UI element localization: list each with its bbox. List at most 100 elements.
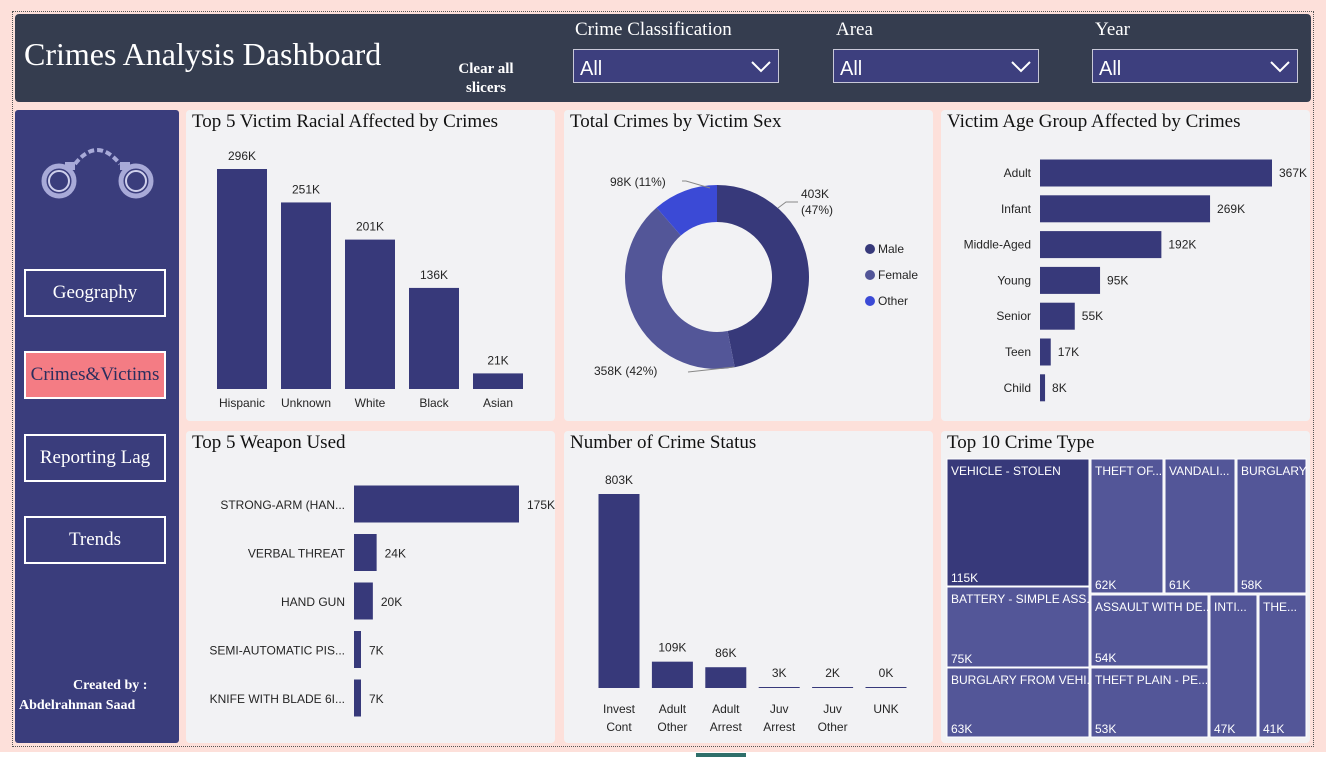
bar bbox=[1040, 302, 1075, 330]
active-page-tab[interactable] bbox=[696, 753, 746, 757]
leader-line bbox=[777, 201, 798, 209]
treemap-value-label: 41K bbox=[1263, 722, 1284, 736]
category-label: Juv bbox=[823, 702, 842, 716]
treemap-value-label: 61K bbox=[1169, 578, 1190, 592]
data-label: 201K bbox=[356, 220, 384, 234]
slicer-label-year: Year bbox=[1095, 19, 1131, 40]
chevron-down-icon bbox=[751, 61, 771, 73]
data-label: 98K (11%) bbox=[610, 175, 666, 189]
treemap-cell bbox=[1258, 594, 1307, 738]
data-label: 367K bbox=[1279, 166, 1307, 180]
data-label: 95K bbox=[1107, 273, 1128, 287]
treemap-cell bbox=[1164, 458, 1236, 594]
category-label: Child bbox=[1004, 381, 1031, 395]
racial-bar-chart: 296K Hispanic 251K Unknown 201K White 136K Blac… bbox=[217, 149, 523, 410]
status-chart-panel: Number of Crime Status 803K Invest Cont 109… bbox=[564, 431, 933, 743]
treemap-cell bbox=[1090, 458, 1164, 594]
donut-slice bbox=[717, 185, 809, 368]
treemap-category-label: THEFT OF... bbox=[1095, 464, 1162, 478]
treemap-category-label: INTI... bbox=[1214, 600, 1247, 614]
credit-label: Created by : bbox=[73, 678, 148, 693]
treemap-value-label: 53K bbox=[1095, 722, 1116, 736]
legend-marker bbox=[865, 270, 875, 280]
crime-type-panel: Top 10 Crime Type VEHICLE - STOLEN 115K TH… bbox=[941, 431, 1310, 743]
sidebar: Geography Crimes&Victims Reporting Lag T… bbox=[15, 110, 179, 743]
nav-geography-button[interactable]: Geography bbox=[24, 269, 166, 317]
category-label: VERBAL THREAT bbox=[248, 547, 346, 561]
data-label: 2K bbox=[825, 666, 840, 680]
weapon-bar-chart: STRONG-ARM (HAN... 175K VERBAL THREAT 24K HA… bbox=[209, 485, 555, 717]
category-label: Unknown bbox=[281, 396, 331, 410]
data-label: 803K bbox=[605, 473, 633, 487]
data-label: 7K bbox=[369, 644, 384, 658]
data-label: 3K bbox=[772, 666, 787, 680]
data-label: (47%) bbox=[801, 203, 833, 217]
treemap-value-label: 58K bbox=[1241, 578, 1262, 592]
legend-label: Female bbox=[878, 268, 918, 282]
dropdown-value: All bbox=[840, 58, 863, 80]
chevron-down-icon bbox=[1011, 61, 1031, 73]
bar bbox=[812, 687, 854, 688]
data-label: 24K bbox=[385, 547, 406, 561]
bar bbox=[1040, 374, 1046, 402]
dropdown-value: All bbox=[580, 58, 603, 80]
bar bbox=[217, 169, 267, 389]
category-label: Infant bbox=[1001, 202, 1032, 216]
crime-classification-dropdown[interactable]: All bbox=[573, 49, 779, 83]
bar bbox=[354, 534, 377, 571]
category-label: UNK bbox=[873, 702, 898, 716]
category-label: KNIFE WITH BLADE 6I... bbox=[210, 692, 345, 706]
treemap-cell bbox=[1209, 594, 1258, 738]
bar bbox=[281, 202, 331, 389]
bar bbox=[1040, 195, 1211, 223]
category-label: Black bbox=[419, 396, 449, 410]
data-label: 8K bbox=[1052, 381, 1067, 395]
category-label: Juv bbox=[770, 702, 789, 716]
data-label: 17K bbox=[1058, 345, 1079, 359]
bar bbox=[473, 373, 523, 389]
status-bar-chart: 803K Invest Cont 109K Adult Other 86K Adult Arre… bbox=[598, 473, 907, 734]
treemap-category-label: THE... bbox=[1263, 600, 1297, 614]
category-label: STRONG-ARM (HAN... bbox=[220, 498, 345, 512]
crime-type-treemap: VEHICLE - STOLEN 115K THEFT OF... 62K VANDAL… bbox=[946, 458, 1307, 738]
weapon-chart-panel: Top 5 Weapon Used STRONG-ARM (HAN... 175K… bbox=[186, 431, 555, 743]
treemap-cell bbox=[946, 458, 1090, 587]
treemap-value-label: 63K bbox=[951, 722, 972, 736]
category-label: Middle-Aged bbox=[964, 238, 1031, 252]
bar bbox=[705, 667, 747, 688]
nav-trends-button[interactable]: Trends bbox=[24, 516, 166, 564]
data-label: 0K bbox=[879, 666, 894, 680]
bar bbox=[1040, 231, 1162, 259]
bar bbox=[865, 687, 907, 688]
treemap-category-label: BURGLARY FROM VEHI... bbox=[951, 673, 1097, 687]
treemap-value-label: 75K bbox=[951, 652, 972, 666]
legend-marker bbox=[865, 244, 875, 254]
sex-donut-chart: 403K (47%) 358K (42%) 98K (11%) Male Female Ot… bbox=[594, 175, 918, 378]
data-label: 55K bbox=[1082, 309, 1103, 323]
data-label: 136K bbox=[420, 268, 448, 282]
category-label: Senior bbox=[996, 309, 1031, 323]
age-bar-chart: Adult 367K Infant 269K Middle-Aged 192K Young 9… bbox=[964, 159, 1307, 402]
bar bbox=[758, 687, 800, 688]
bar bbox=[598, 494, 640, 688]
data-label: 109K bbox=[658, 641, 686, 655]
nav-reporting-lag-button[interactable]: Reporting Lag bbox=[24, 434, 166, 482]
category-label: HAND GUN bbox=[281, 595, 345, 609]
treemap-value-label: 54K bbox=[1095, 651, 1116, 665]
page-tab-bar bbox=[0, 752, 1326, 757]
clear-slicers-button[interactable]: Clear all slicers bbox=[448, 60, 524, 98]
treemap-category-label: BATTERY - SIMPLE ASS... bbox=[951, 592, 1096, 606]
treemap-category-label: VEHICLE - STOLEN bbox=[951, 464, 1061, 478]
treemap-category-label: VANDALI... bbox=[1169, 464, 1229, 478]
leader-line bbox=[682, 180, 711, 189]
area-dropdown[interactable]: All bbox=[833, 49, 1039, 83]
legend-marker bbox=[865, 296, 875, 306]
bar bbox=[1040, 266, 1101, 294]
category-label: SEMI-AUTOMATIC PIS... bbox=[209, 644, 345, 658]
data-label: 20K bbox=[381, 595, 402, 609]
credit-name: Abdelrahman Saad bbox=[19, 698, 136, 713]
chevron-down-icon bbox=[1270, 61, 1290, 73]
year-dropdown[interactable]: All bbox=[1092, 49, 1298, 83]
nav-crimes-victims-button[interactable]: Crimes&Victims bbox=[24, 351, 166, 399]
data-label: 21K bbox=[487, 353, 508, 367]
